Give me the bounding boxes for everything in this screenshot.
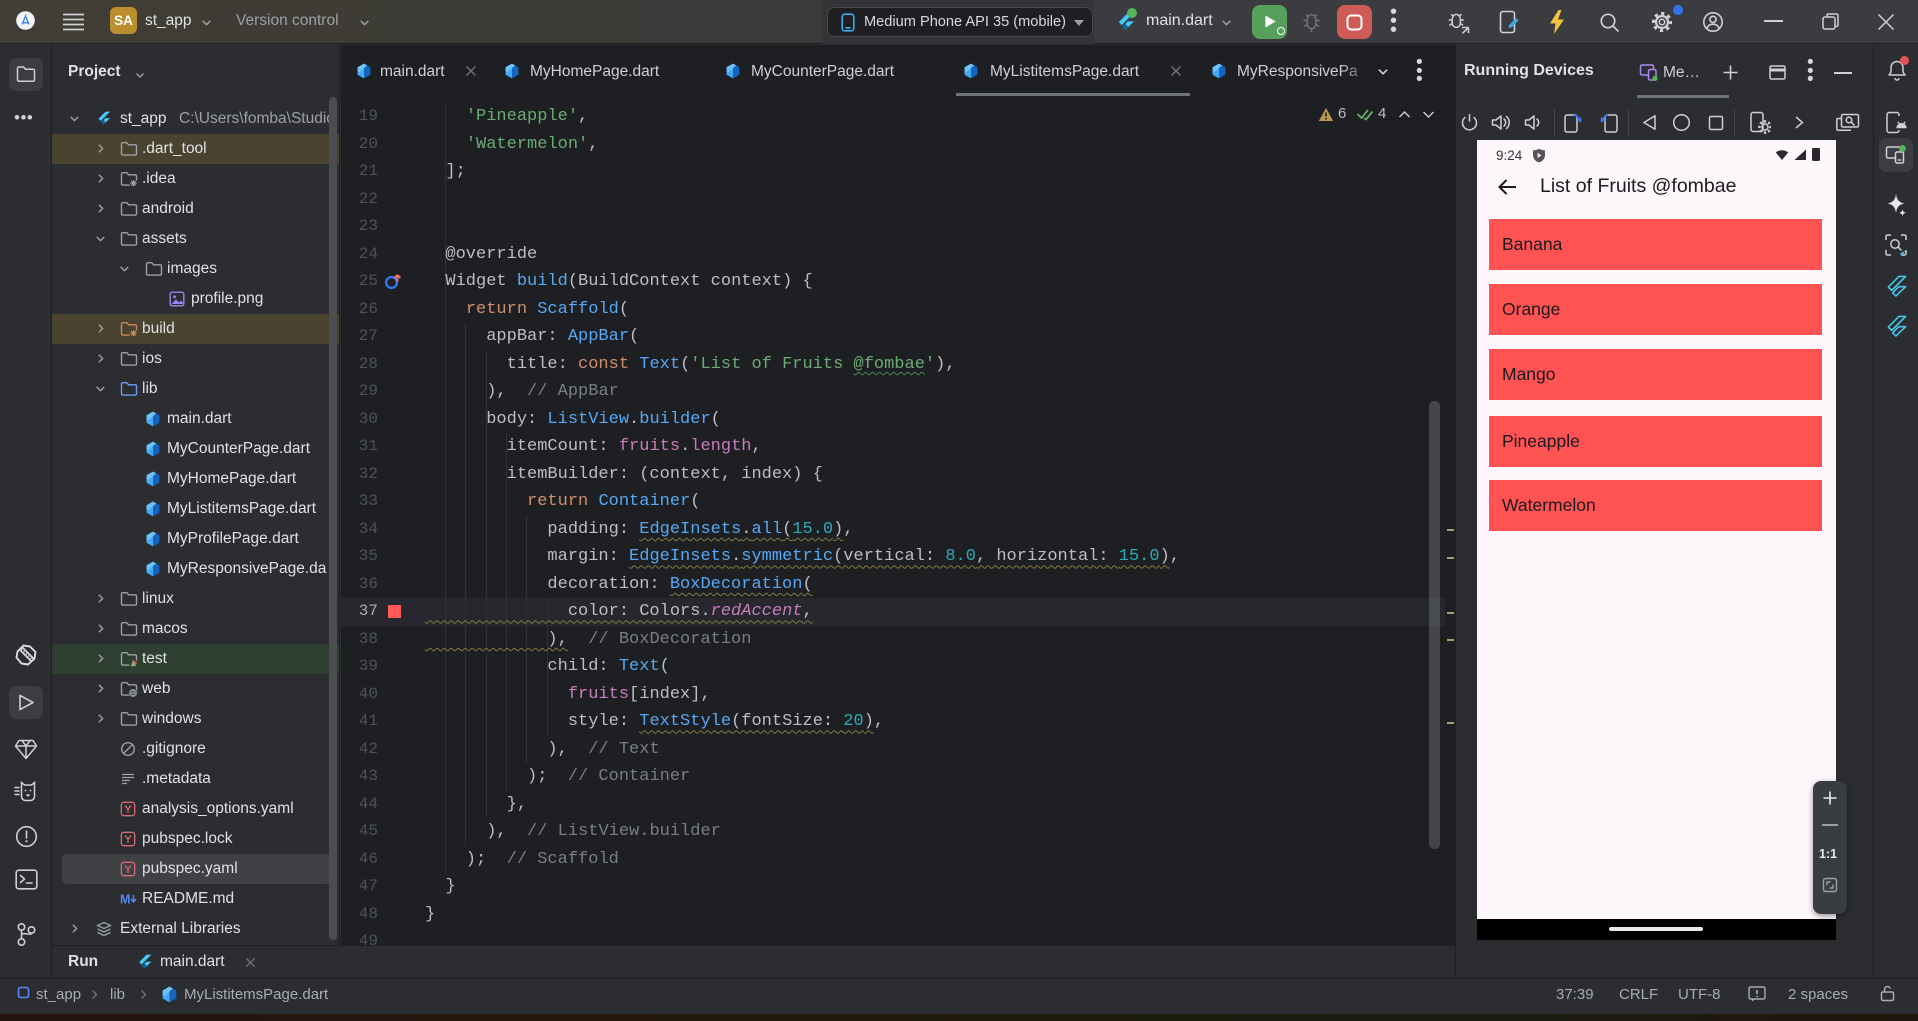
svg-text:M: M — [120, 893, 130, 907]
